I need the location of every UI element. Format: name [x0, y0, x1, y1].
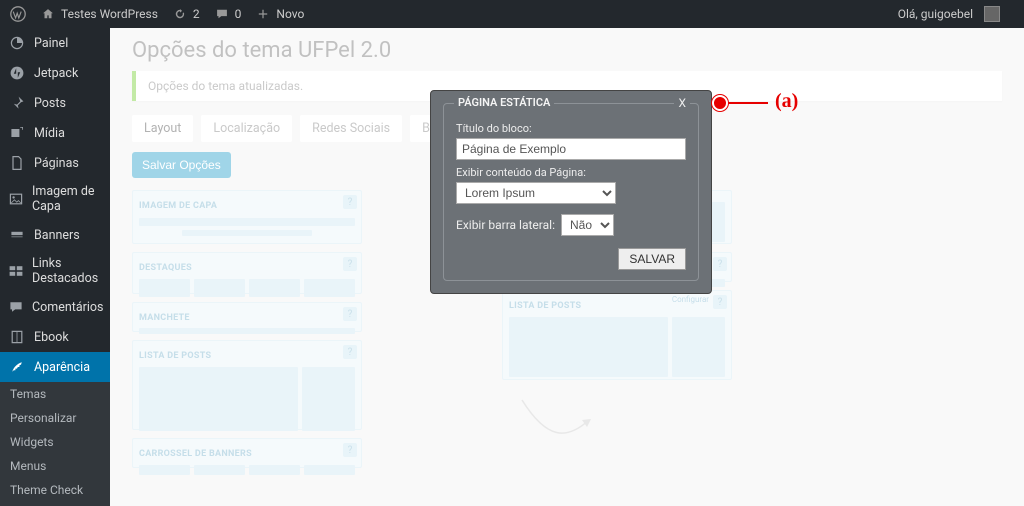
site-title: Testes WordPress — [61, 7, 158, 21]
sidebar-item-label: Jetpack — [34, 66, 78, 81]
refresh-icon — [172, 6, 188, 22]
comments-link[interactable]: 0 — [214, 6, 242, 22]
sidebar-item-comentarios[interactable]: Comentários — [0, 292, 110, 322]
tab-redes-sociais[interactable]: Redes Sociais — [300, 115, 402, 142]
admin-bar: Testes WordPress 2 0 Novo Olá, guigoebel — [0, 0, 1024, 28]
annotation-line — [728, 102, 768, 104]
sidebar-item-aparencia[interactable]: Aparência — [0, 352, 110, 382]
sidebar-item-paginas[interactable]: Páginas — [0, 148, 110, 178]
sidebar-item-label: Links Destacados — [32, 256, 102, 286]
help-icon[interactable]: ? — [343, 307, 357, 321]
help-icon[interactable]: ? — [343, 443, 357, 457]
dashboard-icon — [8, 34, 26, 52]
home-icon — [40, 6, 56, 22]
block-carrossel-banners[interactable]: CARROSSEL DE BANNERS ? — [132, 438, 362, 468]
site-link[interactable]: Testes WordPress — [40, 6, 158, 22]
select-barra-lateral[interactable]: Não — [561, 214, 614, 236]
comments-count: 0 — [235, 7, 242, 21]
annotation-label: (a) — [775, 90, 798, 113]
sidebar-item-links[interactable]: Links Destacados — [0, 250, 110, 292]
plus-icon — [255, 6, 271, 22]
tab-localizacao[interactable]: Localização — [201, 115, 292, 142]
input-titulo-bloco[interactable] — [456, 138, 686, 160]
page-title: Opções do tema UFPel 2.0 — [132, 38, 1002, 63]
label-exibir-conteudo: Exibir conteúdo da Página: — [456, 166, 686, 179]
sidebar-item-imagem-capa[interactable]: Imagem de Capa — [0, 178, 110, 220]
modal-pagina-estatica: PÁGINA ESTÁTICA X Título do bloco: Exibi… — [430, 90, 712, 294]
block-title: IMAGEM DE CAPA — [139, 201, 217, 211]
help-icon[interactable]: ? — [713, 295, 727, 309]
sidebar-item-posts[interactable]: Posts — [0, 88, 110, 118]
account-link[interactable]: Olá, guigoebel — [898, 6, 1000, 22]
ebook-icon — [8, 328, 26, 346]
submenu-item-temas[interactable]: Temas — [0, 382, 110, 406]
help-icon[interactable]: ? — [343, 257, 357, 271]
sidebar-item-label: Aparência — [34, 360, 90, 375]
sidebar-item-label: Mídia — [34, 126, 65, 141]
block-imagem-capa[interactable]: IMAGEM DE CAPA ? — [132, 190, 362, 244]
avatar — [984, 6, 1000, 22]
submenu-item-opcoes-tema[interactable]: Opções do Tema — [0, 502, 110, 506]
modal-close-button[interactable]: X — [674, 96, 690, 110]
help-icon[interactable]: ? — [343, 345, 357, 359]
help-icon[interactable]: ? — [343, 195, 357, 209]
page-icon — [8, 154, 26, 172]
sidebar-item-label: Painel — [34, 36, 68, 51]
comments-icon — [8, 298, 24, 316]
greeting: Olá, guigoebel — [898, 7, 973, 21]
arrow-icon — [517, 390, 597, 450]
sidebar-submenu-aparencia: Temas Personalizar Widgets Menus Theme C… — [0, 382, 110, 506]
admin-sidebar: Painel Jetpack Posts Mídia Páginas Image… — [0, 28, 110, 506]
new-link[interactable]: Novo — [255, 6, 304, 22]
sidebar-item-label: Imagem de Capa — [32, 184, 102, 214]
modal-save-button[interactable]: SALVAR — [618, 248, 686, 270]
submenu-item-widgets[interactable]: Widgets — [0, 430, 110, 454]
save-options-button[interactable]: Salvar Opções — [132, 152, 231, 178]
submenu-item-menus[interactable]: Menus — [0, 454, 110, 478]
jetpack-icon — [8, 64, 26, 82]
pin-icon — [8, 94, 26, 112]
sidebar-item-label: Banners — [34, 228, 80, 243]
submenu-item-theme-check[interactable]: Theme Check — [0, 478, 110, 502]
new-label: Novo — [276, 7, 304, 21]
sidebar-item-label: Ebook — [34, 330, 69, 345]
sidebar-item-painel[interactable]: Painel — [0, 28, 110, 58]
block-destaques[interactable]: DESTAQUES ? — [132, 252, 362, 294]
tab-layout[interactable]: Layout — [132, 115, 193, 142]
comment-icon — [214, 6, 230, 22]
wordpress-icon — [10, 6, 26, 22]
sidebar-item-label: Páginas — [34, 156, 79, 171]
updates-link[interactable]: 2 — [172, 6, 200, 22]
block-title: CARROSSEL DE BANNERS — [139, 449, 252, 459]
sidebar-item-label: Posts — [34, 96, 66, 111]
appearance-icon — [8, 358, 26, 376]
help-icon[interactable]: ? — [713, 257, 727, 271]
updates-count: 2 — [193, 7, 200, 21]
sidebar-item-midia[interactable]: Mídia — [0, 118, 110, 148]
links-icon — [8, 262, 24, 280]
block-title: MANCHETE — [139, 313, 190, 323]
layout-col-available: IMAGEM DE CAPA ? DESTAQUES ? MANCHETE ? … — [132, 190, 362, 468]
wp-logo[interactable] — [10, 6, 26, 22]
image-icon — [8, 190, 24, 208]
block-title: DESTAQUES — [139, 263, 192, 273]
media-icon — [8, 124, 26, 142]
label-exibir-barra-lateral: Exibir barra lateral: — [456, 218, 555, 232]
sidebar-item-banners[interactable]: Banners — [0, 220, 110, 250]
block-lista-posts[interactable]: LISTA DE POSTS ? — [132, 340, 362, 430]
configure-link[interactable]: Configurar — [672, 295, 709, 304]
sidebar-item-jetpack[interactable]: Jetpack — [0, 58, 110, 88]
sidebar-item-ebook[interactable]: Ebook — [0, 322, 110, 352]
block-manchete[interactable]: MANCHETE ? — [132, 302, 362, 332]
label-titulo-bloco: Título do bloco: — [456, 122, 686, 135]
block-title: LISTA DE POSTS — [139, 351, 211, 361]
modal-legend: PÁGINA ESTÁTICA — [454, 96, 554, 109]
banners-icon — [8, 226, 26, 244]
submenu-item-personalizar[interactable]: Personalizar — [0, 406, 110, 430]
block-lista-posts-selected[interactable]: LISTA DE POSTS Configurar ? — [502, 290, 732, 380]
annotation-marker — [712, 95, 728, 111]
sidebar-item-label: Comentários — [32, 300, 104, 315]
block-title: LISTA DE POSTS — [509, 301, 581, 311]
select-conteudo-pagina[interactable]: Lorem Ipsum — [456, 182, 616, 204]
